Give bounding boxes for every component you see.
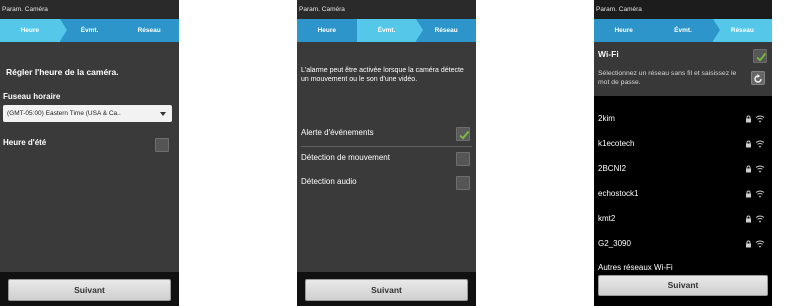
step-label: Réseau: [137, 27, 161, 34]
network-item[interactable]: G2_3090: [594, 231, 772, 256]
step-evenement[interactable]: Évmt.: [356, 19, 424, 42]
step-label: Évmt.: [674, 27, 692, 34]
step-label: Réseau: [434, 27, 458, 34]
footer-bar: Suivant: [0, 272, 179, 306]
step-reseau[interactable]: Réseau: [712, 19, 772, 42]
step-label: Heure: [614, 27, 633, 34]
wifi-title: Wi-Fi: [598, 49, 619, 59]
screen-network-settings: Param. Caméra Heure Évmt. Réseau iptime2…: [594, 0, 772, 306]
network-item[interactable]: 2BCNI2: [594, 156, 772, 181]
step-reseau[interactable]: Réseau: [416, 19, 476, 42]
page-heading: Régler l'heure de la caméra.: [6, 67, 119, 77]
step-navigation: Heure Évmt. Réseau: [0, 19, 179, 42]
network-item[interactable]: echostock1: [594, 181, 772, 206]
screen-event-settings: Param. Caméra Heure Évmt. Réseau L'alarm…: [297, 0, 476, 306]
checkmark-icon: [756, 52, 767, 62]
step-heure[interactable]: Heure: [0, 19, 67, 42]
wifi-instructions: Sélectionnez un réseau sans fil et saisi…: [598, 70, 737, 86]
motion-detection-checkbox[interactable]: [456, 152, 470, 166]
step-chevron-icon: [59, 19, 67, 41]
network-name: G2_3090: [598, 239, 631, 248]
wifi-checkbox[interactable]: [753, 49, 767, 63]
step-label: Réseau: [730, 27, 754, 34]
step-chevron-icon: [712, 19, 720, 41]
network-item[interactable]: k1ecotech: [594, 131, 772, 156]
network-list[interactable]: iptime23 2kim k1ecotech 2BCNI2: [594, 81, 772, 272]
network-name: k1ecotech: [598, 139, 635, 148]
next-button[interactable]: Suivant: [598, 275, 768, 296]
dropdown-arrow-icon: [160, 112, 166, 116]
event-settings-content: L'alarme peut être activée lorsque la ca…: [297, 42, 476, 272]
screen-time-settings: Param. Caméra Heure Évmt. Réseau Régler …: [0, 0, 179, 306]
option-row-motion[interactable]: Détection de mouvement: [301, 147, 474, 171]
audio-detection-checkbox[interactable]: [456, 176, 470, 190]
step-label: Heure: [20, 27, 40, 34]
other-networks-link[interactable]: Autres réseaux Wi-Fi: [598, 263, 673, 272]
option-label: Détection audio: [301, 177, 357, 186]
timezone-value: (GMT-05:00) Eastern Time (USA & Ca..: [7, 110, 121, 117]
lock-wifi-icon: [746, 215, 765, 223]
step-chevron-icon: [416, 19, 424, 41]
lock-wifi-icon: [746, 140, 765, 148]
lock-wifi-icon: [746, 115, 765, 123]
time-settings-content: Régler l'heure de la caméra. Fuseau hora…: [0, 42, 179, 272]
option-label: Détection de mouvement: [301, 153, 390, 162]
footer-bar: Suivant: [297, 272, 476, 306]
step-label: Évmt.: [377, 27, 396, 34]
refresh-button[interactable]: [751, 71, 765, 85]
next-button[interactable]: Suivant: [8, 279, 171, 301]
checkmark-icon: [459, 130, 470, 140]
step-heure[interactable]: Heure: [594, 19, 654, 42]
option-label: Alerte d'événements: [301, 128, 374, 137]
wifi-header-panel: Wi-Fi Sélectionnez un réseau sans fil et…: [594, 42, 772, 96]
dst-checkbox[interactable]: [155, 138, 169, 152]
network-name: echostock1: [598, 189, 639, 198]
app-title-bar: Param. Caméra: [594, 0, 772, 19]
alarm-description: L'alarme peut être activée lorsque la ca…: [301, 67, 464, 83]
timezone-select[interactable]: (GMT-05:00) Eastern Time (USA & Ca..: [3, 105, 172, 122]
lock-wifi-icon: [746, 240, 765, 248]
footer-bar: Suivant: [594, 272, 772, 306]
step-evenement[interactable]: Évmt.: [653, 19, 720, 42]
step-label: Heure: [317, 27, 337, 34]
network-name: kmt2: [598, 214, 616, 223]
step-heure[interactable]: Heure: [297, 19, 357, 42]
step-reseau[interactable]: Réseau: [119, 19, 179, 42]
network-name: 2BCNI2: [598, 164, 627, 173]
refresh-icon: [754, 74, 762, 83]
network-item[interactable]: 2kim: [594, 106, 772, 131]
step-navigation: Heure Évmt. Réseau: [297, 19, 476, 42]
next-button[interactable]: Suivant: [305, 279, 468, 301]
step-evenement[interactable]: Évmt.: [60, 19, 120, 42]
dst-label: Heure d'été: [3, 138, 47, 147]
step-navigation: Heure Évmt. Réseau: [594, 19, 772, 42]
option-row-audio[interactable]: Détection audio: [301, 171, 474, 195]
event-alert-checkbox[interactable]: [456, 127, 470, 141]
timezone-label: Fuseau horaire: [3, 92, 61, 101]
app-title-bar: Param. Caméra: [297, 0, 476, 19]
network-name: 2kim: [598, 114, 615, 123]
lock-wifi-icon: [746, 165, 765, 173]
step-label: Évmt.: [80, 27, 99, 34]
network-item[interactable]: kmt2: [594, 206, 772, 231]
app-title-bar: Param. Caméra: [0, 0, 179, 19]
lock-wifi-icon: [746, 190, 765, 198]
option-row-event-alert[interactable]: Alerte d'événements: [301, 122, 474, 146]
